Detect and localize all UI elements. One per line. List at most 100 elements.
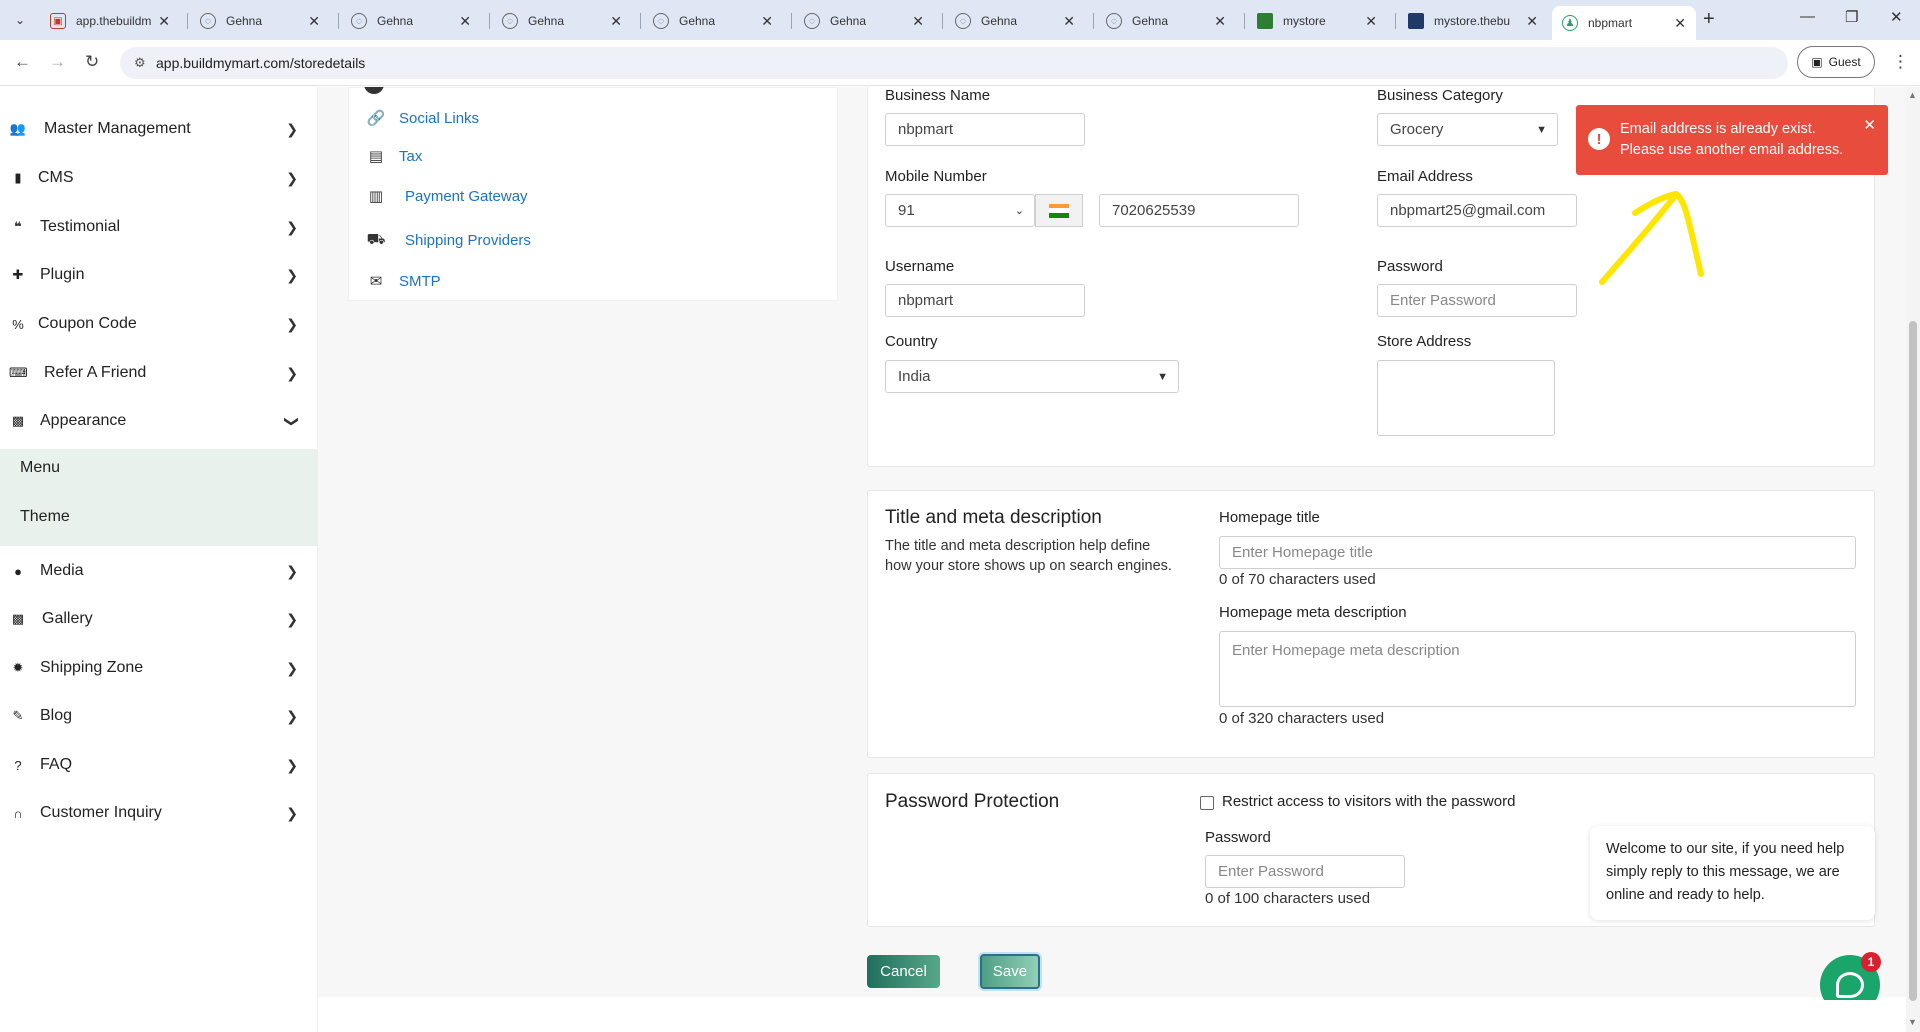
gear-icon: ✹	[12, 660, 24, 675]
browser-tab[interactable]: mystore ✕	[1247, 6, 1387, 36]
tab-separator	[1395, 13, 1396, 29]
homepage-title-input[interactable]: Enter Homepage title	[1219, 536, 1856, 569]
close-icon[interactable]: ✕	[761, 13, 773, 30]
browser-tab[interactable]: ◌ Gehna ✕	[1096, 6, 1236, 36]
country-label: Country	[885, 333, 938, 350]
reload-icon[interactable]: ↻	[85, 52, 99, 72]
chat-unread-badge: 1	[1861, 952, 1881, 972]
guest-profile-button[interactable]: ▣ Guest	[1797, 46, 1875, 78]
country-code-value: 91	[898, 202, 915, 219]
tab-search-chevron-icon[interactable]: ⌄	[8, 8, 32, 32]
browser-tab[interactable]: ◌ Gehna ✕	[492, 6, 632, 36]
close-icon[interactable]: ✕	[1365, 13, 1377, 30]
sidebar-item-refer-a-friend[interactable]: ⌨ Refer A Friend ❯	[0, 351, 318, 395]
pencil-icon: ✎	[12, 708, 24, 723]
page-scrollbar[interactable]: ▲ ▼	[1906, 87, 1920, 1032]
minimize-icon[interactable]: —	[1800, 8, 1815, 25]
forward-arrow-icon[interactable]: →	[49, 52, 66, 72]
back-arrow-icon[interactable]: ←	[14, 52, 31, 72]
alert-circle-icon: !	[1588, 128, 1610, 150]
submenu-item-menu[interactable]: Menu	[20, 459, 60, 477]
homepage-title-label: Homepage title	[1219, 509, 1320, 526]
close-icon[interactable]: ✕	[610, 13, 622, 30]
browser-tab[interactable]: ◌ Gehna ✕	[643, 6, 783, 36]
close-window-icon[interactable]: ✕	[1890, 8, 1903, 26]
settings-nav-tax[interactable]: ▤ Tax	[365, 146, 422, 166]
close-icon[interactable]: ✕	[912, 13, 924, 30]
restrict-access-checkbox[interactable]	[1200, 796, 1214, 810]
close-icon[interactable]: ✕	[308, 13, 320, 30]
browser-tab[interactable]: ◌ Gehna ✕	[341, 6, 481, 36]
sidebar-item-blog[interactable]: ✎ Blog ❯	[0, 694, 318, 738]
sidebar-item-master-management[interactable]: 👥 Master Management ❯	[0, 107, 318, 151]
chevron-down-icon: ▼	[1157, 370, 1168, 383]
browser-tab[interactable]: ◌ Gehna ✕	[794, 6, 934, 36]
scroll-down-arrow-icon[interactable]: ▼	[1908, 1017, 1917, 1027]
scrollbar-thumb[interactable]	[1909, 321, 1917, 1001]
globe-icon: ◌	[653, 13, 669, 29]
sidebar-item-appearance[interactable]: ▩ Appearance ❯	[0, 399, 318, 443]
email-input[interactable]: nbpmart25@gmail.com	[1377, 194, 1577, 227]
browser-tab[interactable]: mystore.thebu ✕	[1398, 6, 1548, 36]
headset-icon: ∩	[13, 805, 23, 821]
protection-password-input[interactable]: Enter Password	[1205, 855, 1405, 888]
tab-separator	[1093, 13, 1094, 29]
business-category-select[interactable]: Grocery ▼	[1377, 113, 1558, 146]
restore-icon[interactable]: ❐	[1845, 8, 1858, 26]
browser-tab[interactable]: ◌ Gehna ✕	[945, 6, 1085, 36]
new-tab-plus-icon[interactable]: +	[1703, 8, 1715, 31]
browser-tab-active[interactable]: ♟ nbpmart ✕	[1552, 6, 1696, 40]
chevron-right-icon: ❯	[286, 364, 298, 381]
password-protection-title: Password Protection	[885, 791, 1060, 812]
browser-tab[interactable]: ◌ Gehna ✕	[190, 6, 330, 36]
sidebar-item-faq[interactable]: ? FAQ ❯	[0, 743, 318, 787]
sidebar-item-coupon-code[interactable]: % Coupon Code ❯	[0, 302, 318, 346]
scroll-up-arrow-icon[interactable]: ▲	[1908, 90, 1917, 100]
business-name-input[interactable]: nbpmart	[885, 113, 1085, 146]
mobile-number-input[interactable]: 7020625539	[1099, 194, 1299, 227]
url-text: app.buildmymart.com/storedetails	[156, 55, 366, 71]
url-input[interactable]: ⚙ app.buildmymart.com/storedetails	[120, 47, 1788, 79]
close-icon[interactable]: ✕	[1063, 13, 1075, 30]
india-flag-icon	[1035, 194, 1083, 227]
settings-nav-payment-gateway[interactable]: ▥ Payment Gateway	[365, 186, 528, 206]
settings-nav-social-links[interactable]: 🔗 Social Links	[365, 108, 479, 128]
submenu-item-theme[interactable]: Theme	[20, 508, 70, 526]
close-icon[interactable]: ✕	[1674, 15, 1686, 32]
store-address-label: Store Address	[1377, 333, 1472, 350]
close-icon[interactable]: ✕	[1863, 115, 1876, 136]
globe-icon: ◌	[200, 13, 216, 29]
site-info-icon[interactable]: ⚙	[134, 55, 146, 71]
settings-nav-smtp[interactable]: ✉ SMTP	[365, 271, 441, 291]
save-button[interactable]: Save	[980, 954, 1040, 989]
close-icon[interactable]: ✕	[1214, 13, 1226, 30]
chat-welcome-bubble[interactable]: Welcome to our site, if you need help si…	[1590, 826, 1875, 920]
sidebar-item-cms[interactable]: ▮ CMS ❯	[0, 156, 318, 200]
sidebar-item-label: FAQ	[40, 756, 73, 773]
sidebar-item-testimonial[interactable]: ❝ Testimonial ❯	[0, 205, 318, 249]
sidebar-item-gallery[interactable]: ▩ Gallery ❯	[0, 597, 318, 641]
browser-menu-icon[interactable]: ⋮	[1892, 52, 1909, 72]
sidebar-item-plugin[interactable]: ✚ Plugin ❯	[0, 253, 318, 297]
sidebar-item-label: Blog	[40, 707, 73, 724]
store-address-textarea[interactable]	[1377, 360, 1555, 436]
settings-nav-shipping-providers[interactable]: ⛟ Shipping Providers	[365, 230, 531, 250]
country-code-select[interactable]: 91 ⌄	[885, 194, 1035, 227]
username-input[interactable]: nbpmart	[885, 284, 1085, 317]
sidebar-item-customer-inquiry[interactable]: ∩ Customer Inquiry ❯	[0, 791, 318, 835]
sidebar-item-shipping-zone[interactable]: ✹ Shipping Zone ❯	[0, 646, 318, 690]
mobile-number-label: Mobile Number	[885, 168, 987, 185]
close-icon[interactable]: ✕	[1526, 13, 1538, 30]
globe-icon: ◌	[351, 13, 367, 29]
close-icon[interactable]: ✕	[459, 13, 471, 30]
mail-stack-icon: ✉	[369, 273, 383, 290]
sidebar-item-media[interactable]: ● Media ❯	[0, 549, 318, 593]
country-select[interactable]: India ▼	[885, 360, 1179, 393]
meta-description-textarea[interactable]: Enter Homepage meta description	[1219, 631, 1856, 707]
error-toast: ! Email address is already exist. Please…	[1576, 105, 1888, 175]
close-icon[interactable]: ✕	[158, 13, 170, 30]
browser-tab[interactable]: ▣ app.thebuildm ✕	[40, 6, 180, 36]
cancel-button[interactable]: Cancel	[867, 955, 940, 988]
password-input[interactable]: Enter Password	[1377, 284, 1577, 317]
country-value: India	[898, 368, 931, 385]
